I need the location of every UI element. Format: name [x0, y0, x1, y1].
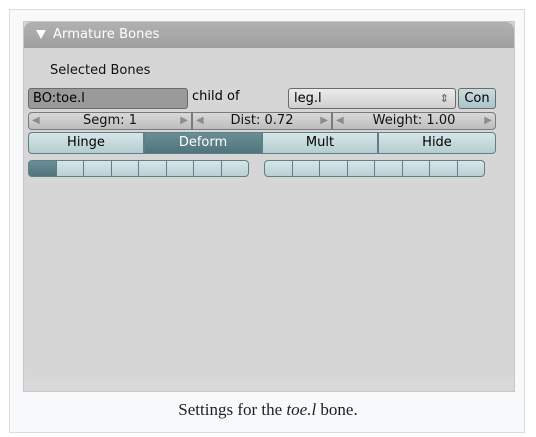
distance-value: Dist: 0.72 — [230, 113, 294, 128]
blender-screenshot: Armature Bones Selected Bones BO:toe.l c… — [23, 21, 515, 392]
increment-arrow-icon[interactable]: ▶ — [320, 113, 328, 129]
decrement-arrow-icon[interactable]: ◀ — [336, 113, 344, 129]
weight-value: Weight: 1.00 — [372, 113, 456, 128]
increment-arrow-icon[interactable]: ▶ — [180, 113, 188, 129]
bone-layer-13-toggle[interactable] — [374, 160, 403, 177]
bone-layer-6-toggle[interactable] — [165, 160, 194, 177]
segments-field[interactable]: ◀ Segm: 1 ▶ — [28, 112, 192, 130]
decrement-arrow-icon[interactable]: ◀ — [32, 113, 40, 129]
segments-value: Segm: 1 — [83, 113, 137, 128]
distance-field[interactable]: ◀ Dist: 0.72 ▶ — [192, 112, 332, 130]
bone-layer-15-toggle[interactable] — [429, 160, 458, 177]
bone-layer-11-toggle[interactable] — [319, 160, 348, 177]
bone-layers-group-1 — [28, 160, 249, 177]
panel-title: Armature Bones — [53, 27, 160, 42]
updown-arrows-icon: ⇕ — [439, 92, 449, 105]
parent-bone-select[interactable]: leg.l ⇕ — [288, 88, 456, 109]
child-of-label: child of — [192, 89, 240, 104]
hinge-toggle[interactable]: Hinge — [28, 132, 144, 154]
bone-name-field[interactable]: BO:toe.l — [28, 88, 188, 109]
mult-toggle[interactable]: Mult — [262, 132, 378, 154]
weight-field[interactable]: ◀ Weight: 1.00 ▶ — [332, 112, 496, 130]
bone-layer-2-toggle[interactable] — [55, 160, 84, 177]
bone-layer-16-toggle[interactable] — [456, 160, 485, 177]
hide-toggle[interactable]: Hide — [378, 132, 496, 154]
armature-bones-panel: Armature Bones Selected Bones BO:toe.l c… — [24, 22, 514, 379]
collapse-triangle-icon[interactable] — [36, 30, 46, 39]
decrement-arrow-icon[interactable]: ◀ — [196, 113, 204, 129]
connected-toggle[interactable]: Con — [458, 88, 496, 109]
caption-bone-name: toe.l — [286, 400, 317, 419]
panel-header[interactable]: Armature Bones — [24, 22, 514, 48]
deform-toggle[interactable]: Deform — [144, 132, 262, 154]
bone-layer-14-toggle[interactable] — [401, 160, 430, 177]
bone-layer-4-toggle[interactable] — [110, 160, 139, 177]
increment-arrow-icon[interactable]: ▶ — [484, 113, 492, 129]
bone-layer-7-toggle[interactable] — [193, 160, 222, 177]
bone-layer-10-toggle[interactable] — [291, 160, 320, 177]
figure-caption: Settings for the toe.l bone. — [10, 400, 526, 420]
bone-layer-3-toggle[interactable] — [83, 160, 112, 177]
caption-suffix: bone. — [316, 400, 358, 419]
bone-layer-5-toggle[interactable] — [138, 160, 167, 177]
image-thumbnail: Armature Bones Selected Bones BO:toe.l c… — [9, 9, 525, 433]
bone-layer-8-toggle[interactable] — [220, 160, 249, 177]
caption-prefix: Settings for the — [178, 400, 287, 419]
bone-layers-group-2 — [264, 160, 485, 177]
bone-layer-12-toggle[interactable] — [346, 160, 375, 177]
selected-bones-label: Selected Bones — [50, 63, 151, 78]
bone-layer-9-toggle[interactable] — [264, 160, 293, 177]
bone-layer-1-toggle[interactable] — [28, 160, 57, 177]
parent-bone-value: leg.l — [294, 91, 322, 106]
